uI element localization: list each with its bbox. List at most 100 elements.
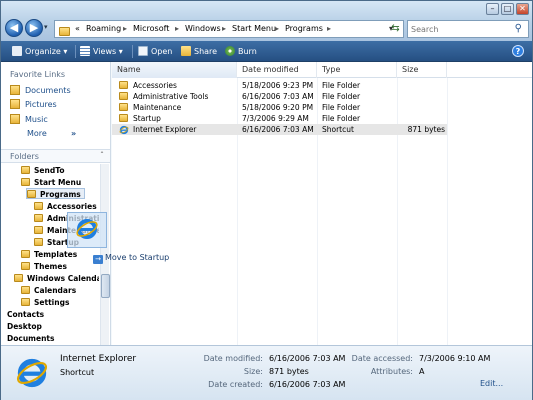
breadcrumb-separator[interactable]: ▸ bbox=[275, 24, 279, 33]
back-button[interactable]: ◀ bbox=[5, 19, 23, 37]
favorite-pictures[interactable]: Pictures bbox=[10, 99, 57, 112]
details-size-label: Size: bbox=[243, 367, 263, 376]
folder-icon bbox=[21, 178, 30, 186]
tree-item-themes[interactable]: Themes bbox=[21, 261, 67, 272]
chevron-down-icon: ▾ bbox=[118, 47, 123, 56]
tree-item-windows-calendar[interactable]: Windows Calendar bbox=[14, 273, 99, 284]
breadcrumb-microsoft[interactable]: Microsoft bbox=[133, 24, 169, 33]
column-header-date-modified[interactable]: Date modified bbox=[237, 62, 317, 78]
details-date-modified-value: 6/16/2006 7:03 AM bbox=[269, 354, 346, 363]
favorite-documents[interactable]: Documents bbox=[10, 85, 71, 98]
tree-item-sendto[interactable]: SendTo bbox=[21, 165, 64, 176]
back-arrow-icon: ◀ bbox=[9, 21, 19, 34]
organize-button[interactable]: Organize ▾ bbox=[12, 45, 67, 58]
tree-item-label: SendTo bbox=[34, 166, 65, 175]
tree-item-start-menu[interactable]: Start Menu bbox=[21, 177, 81, 188]
file-row[interactable]: Administrative Tools 6/16/2006 7:03 AM F… bbox=[112, 91, 447, 102]
more-link[interactable]: More bbox=[27, 129, 47, 138]
breadcrumb-programs[interactable]: Programs bbox=[285, 24, 323, 33]
file-list: Name Date modified Type Size Accessories… bbox=[112, 62, 532, 345]
tree-item-templates[interactable]: Templates bbox=[21, 249, 77, 260]
breadcrumb-separator[interactable]: ▸ bbox=[123, 24, 127, 33]
details-date-accessed-label: Date accessed: bbox=[351, 354, 413, 363]
column-header-size[interactable]: Size bbox=[397, 62, 447, 78]
search-icon[interactable]: ⚲ bbox=[515, 23, 522, 34]
folder-icon bbox=[34, 238, 43, 246]
file-type: File Folder bbox=[322, 92, 361, 101]
chevron-down-icon: ▾ bbox=[63, 47, 68, 56]
details-date-modified-label: Date modified: bbox=[203, 354, 263, 363]
breadcrumb-separator[interactable]: ▸ bbox=[175, 24, 179, 33]
address-bar[interactable]: « Roaming ▸ Microsoft ▸ Windows ▸ Start … bbox=[54, 20, 404, 38]
command-toolbar: Organize ▾ Views ▾ Open Share Burn ? bbox=[1, 41, 532, 62]
file-date: 6/16/2006 7:03 AM bbox=[242, 125, 314, 134]
favorite-label: Documents bbox=[25, 86, 71, 95]
documents-icon bbox=[10, 85, 20, 95]
edit-link[interactable]: Edit... bbox=[480, 379, 503, 388]
folder-icon bbox=[27, 190, 36, 198]
favorite-label: Music bbox=[25, 115, 48, 124]
column-header-type[interactable]: Type bbox=[317, 62, 397, 78]
breadcrumb-overflow[interactable]: « bbox=[75, 24, 80, 33]
tree-item-programs[interactable]: Programs bbox=[26, 188, 85, 199]
share-label: Share bbox=[194, 47, 218, 56]
details-attributes-label: Attributes: bbox=[370, 367, 413, 376]
tree-item-label: Templates bbox=[34, 250, 78, 259]
refresh-button[interactable]: ⇆ bbox=[387, 20, 404, 38]
burn-button[interactable]: Burn bbox=[225, 45, 257, 58]
breadcrumb-separator[interactable]: ▸ bbox=[327, 24, 331, 33]
maximize-button[interactable]: □ bbox=[501, 3, 514, 15]
folders-header[interactable]: Folders ˆ bbox=[1, 149, 110, 163]
drag-tooltip-text: Move to Startup bbox=[105, 253, 170, 262]
search-input[interactable] bbox=[411, 23, 509, 35]
file-date: 7/3/2006 9:29 AM bbox=[242, 114, 309, 123]
breadcrumb-windows[interactable]: Windows bbox=[185, 24, 221, 33]
scrollbar-thumb[interactable] bbox=[101, 274, 110, 298]
internet-explorer-icon bbox=[76, 219, 98, 239]
file-name: Maintenance bbox=[133, 103, 182, 112]
tree-item-accessories[interactable]: Accessories bbox=[34, 201, 97, 212]
file-row[interactable]: Accessories 5/18/2006 9:23 PM File Folde… bbox=[112, 80, 447, 91]
tree-item-label: Themes bbox=[34, 262, 67, 271]
favorite-music[interactable]: Music bbox=[10, 114, 48, 127]
toolbar-divider bbox=[75, 45, 76, 58]
views-button[interactable]: Views ▾ bbox=[80, 45, 123, 58]
tree-item-contacts[interactable]: Contacts bbox=[7, 309, 44, 320]
breadcrumb-separator[interactable]: ▸ bbox=[222, 24, 226, 33]
folder-icon bbox=[34, 202, 43, 210]
forward-button[interactable]: ▶ bbox=[25, 19, 43, 37]
help-button[interactable]: ? bbox=[512, 45, 524, 57]
breadcrumb-roaming[interactable]: Roaming bbox=[86, 24, 121, 33]
move-arrow-icon: → bbox=[93, 255, 103, 264]
breadcrumb-start-menu[interactable]: Start Menu bbox=[232, 24, 276, 33]
file-row[interactable]: Maintenance 5/18/2006 9:20 PM File Folde… bbox=[112, 102, 447, 113]
drag-ghost bbox=[67, 212, 107, 248]
file-row[interactable]: Startup 7/3/2006 9:29 AM File Folder bbox=[112, 113, 447, 124]
tree-item-label: Start Menu bbox=[34, 178, 82, 187]
chevron-up-icon[interactable]: ˆ bbox=[100, 151, 104, 160]
pictures-icon bbox=[10, 99, 20, 109]
close-button[interactable]: ✕ bbox=[516, 3, 529, 15]
details-date-created-label: Date created: bbox=[208, 380, 263, 389]
minimize-button[interactable]: – bbox=[486, 3, 499, 15]
double-chevron-icon[interactable]: » bbox=[71, 129, 76, 138]
tree-item-label: Programs bbox=[40, 190, 81, 199]
tree-item-calendars[interactable]: Calendars bbox=[21, 285, 76, 296]
share-button[interactable]: Share bbox=[181, 45, 217, 58]
search-box[interactable]: ⚲ bbox=[407, 20, 529, 38]
views-label: Views bbox=[93, 47, 117, 56]
column-header-name[interactable]: Name bbox=[112, 62, 237, 78]
help-icon: ? bbox=[515, 47, 521, 56]
history-dropdown[interactable]: ▾ bbox=[44, 23, 52, 33]
open-icon bbox=[138, 46, 148, 56]
tree-item-desktop[interactable]: Desktop bbox=[7, 321, 42, 332]
details-pane: Internet Explorer Shortcut Date modified… bbox=[1, 345, 532, 400]
file-date: 5/18/2006 9:23 PM bbox=[242, 81, 314, 90]
file-row-selected[interactable]: Internet Explorer 6/16/2006 7:03 AM Shor… bbox=[112, 124, 447, 135]
tree-item-settings[interactable]: Settings bbox=[21, 297, 69, 308]
tree-item-documents[interactable]: Documents bbox=[7, 333, 54, 344]
file-type: Shortcut bbox=[322, 125, 354, 134]
open-button[interactable]: Open bbox=[138, 45, 172, 58]
refresh-icon: ⇆ bbox=[391, 23, 400, 34]
tree-item-label: Windows Calendar bbox=[27, 274, 99, 283]
